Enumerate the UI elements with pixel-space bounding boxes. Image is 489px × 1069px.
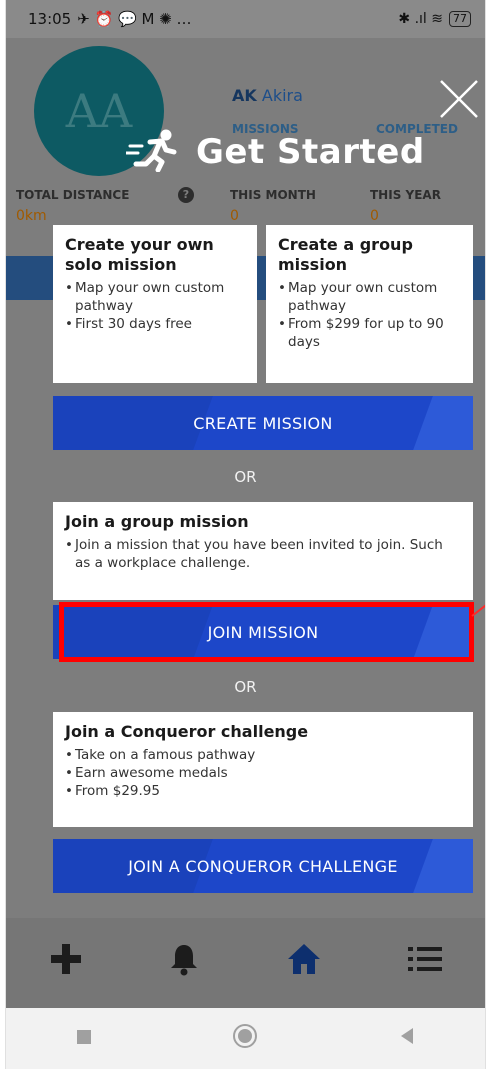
or-divider: OR [234,468,257,486]
join-group-list: Join a mission that you have been invite… [65,536,461,572]
join-mission-label: JOIN MISSION [207,622,319,642]
list-item: First 30 days free [65,315,245,333]
status-time: 13:05 [28,10,72,28]
create-mission-label: CREATE MISSION [193,413,333,433]
list-item: Take on a famous pathway [65,746,461,764]
signal-icons: ✱ .ıl ≋ [398,11,443,27]
solo-mission-card[interactable]: Create your own solo mission Map your ow… [53,225,257,383]
total-distance-label: TOTAL DISTANCE [16,188,130,202]
list-item: Join a mission that you have been invite… [65,536,461,572]
status-right: ✱ .ıl ≋ 77 [398,11,471,27]
status-bar: 13:05 ✈ ⏰ 💬 M ✺ … ✱ .ıl ≋ 77 [6,0,485,38]
system-nav-bar [6,1008,485,1069]
user-initials: AK [232,86,257,105]
home-circle-icon[interactable] [232,1023,258,1055]
join-conqueror-label: JOIN A CONQUEROR CHALLENGE [128,856,398,876]
group-mission-title: Create a group mission [278,235,413,274]
group-mission-card[interactable]: Create a group mission Map your own cust… [266,225,473,383]
list-item: Map your own custom pathway [278,279,461,315]
list-item: Map your own custom pathway [65,279,245,315]
list-item: Earn awesome medals [65,764,461,782]
bottom-nav [6,918,485,1008]
battery-icon: 77 [449,11,471,27]
list-item: From $29.95 [65,782,461,800]
runner-icon [124,128,184,176]
user-first-name: Akira [261,86,303,105]
solo-mission-title: Create your own solo mission [65,235,214,274]
notification-icons: ✈ ⏰ 💬 M ✺ … [77,10,192,28]
this-month-label: THIS MONTH [230,188,316,202]
join-group-title: Join a group mission [65,512,249,531]
bell-icon[interactable] [169,942,199,984]
this-month-value: 0 [230,208,239,224]
plus-icon[interactable] [49,942,83,984]
page-title: Get Started [196,132,425,172]
this-year-label: THIS YEAR [370,188,441,202]
phone-screen: 13:05 ✈ ⏰ 💬 M ✺ … ✱ .ıl ≋ 77 AA AK Akira… [5,0,486,1069]
conqueror-list: Take on a famous pathway Earn awesome me… [65,746,461,800]
user-name: AK Akira [232,86,303,105]
list-item: From $299 for up to 90 days [278,315,461,351]
status-left: 13:05 ✈ ⏰ 💬 M ✺ … [28,10,192,28]
total-distance-value: 0km [16,208,47,224]
this-year-value: 0 [370,208,379,224]
home-icon[interactable] [286,942,322,984]
solo-mission-list: Map your own custom pathway First 30 day… [65,279,245,333]
create-mission-button[interactable]: CREATE MISSION [53,396,473,450]
list-icon[interactable] [407,944,442,982]
get-started-header: Get Started [124,128,425,176]
back-icon[interactable] [399,1026,415,1051]
join-group-card[interactable]: Join a group mission Join a mission that… [53,502,473,600]
help-icon[interactable]: ? [178,187,194,203]
or-divider: OR [234,678,257,696]
recents-icon[interactable] [76,1026,92,1051]
conqueror-card[interactable]: Join a Conqueror challenge Take on a fam… [53,712,473,827]
close-icon[interactable] [438,78,480,120]
group-mission-list: Map your own custom pathway From $299 fo… [278,279,461,351]
join-conqueror-button[interactable]: JOIN A CONQUEROR CHALLENGE [53,839,473,893]
conqueror-title: Join a Conqueror challenge [65,722,309,741]
